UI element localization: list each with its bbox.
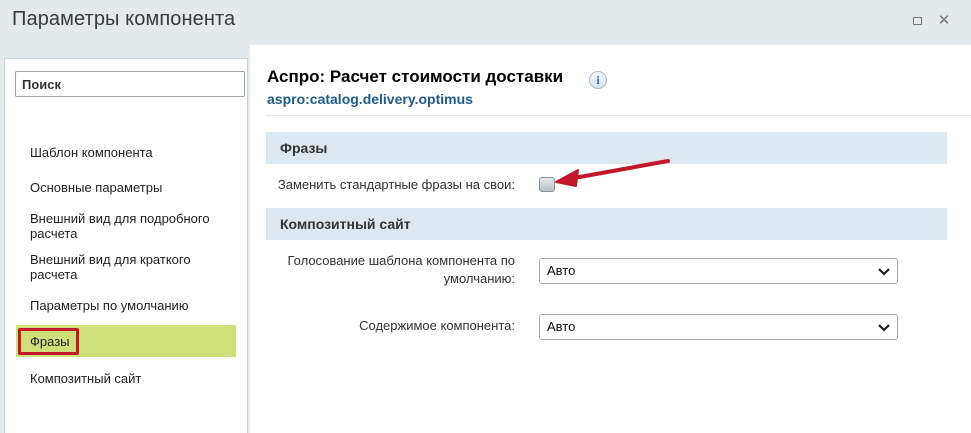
sidebar-item-short-view[interactable]: Внешний вид для краткого расчета [30, 252, 191, 282]
info-icon[interactable]: i [589, 71, 607, 89]
main-panel: Аспро: Расчет стоимости доставки i aspro… [250, 45, 971, 433]
replace-phrases-checkbox[interactable] [539, 177, 555, 192]
dialog-title: Параметры компонента [12, 8, 236, 30]
section-header-phrases: Фразы [266, 132, 947, 164]
component-code: aspro:catalog.delivery.optimus [267, 91, 473, 107]
template-voting-value: Авто [547, 263, 576, 278]
divider [266, 115, 971, 116]
component-title: Аспро: Расчет стоимости доставки [267, 67, 564, 86]
sidebar-item-detailed-view[interactable]: Внешний вид для подробного расчета [30, 211, 210, 241]
search-input[interactable] [15, 71, 245, 97]
sidebar-item-composite-site[interactable]: Композитный сайт [30, 371, 141, 386]
scrollbar[interactable] [947, 131, 967, 431]
template-voting-select[interactable]: Авто [539, 258, 898, 284]
sidebar-item-default-params[interactable]: Параметры по умолчанию [30, 298, 189, 313]
component-content-value: Авто [547, 319, 576, 334]
chevron-down-icon [878, 324, 890, 332]
sidebar-item-component-template[interactable]: Шаблон компонента [30, 145, 153, 160]
close-icon[interactable]: ✕ [937, 13, 951, 28]
component-content-select[interactable]: Авто [539, 314, 898, 340]
section-header-composite: Композитный сайт [266, 208, 947, 240]
sidebar-item-main-params[interactable]: Основные параметры [30, 180, 162, 195]
maximize-icon[interactable] [910, 14, 924, 28]
chevron-down-icon [878, 268, 890, 276]
sidebar-item-phrases[interactable]: Фразы [30, 334, 70, 349]
sidebar: Шаблон компонента Основные параметры Вне… [4, 58, 248, 433]
dialog-titlebar: Параметры компонента ✕ [0, 0, 971, 45]
replace-phrases-label: Заменить стандартные фразы на свои: [277, 177, 515, 192]
component-content-label: Содержимое компонента: [359, 318, 515, 333]
template-voting-label: Голосование шаблона компонента по умолча… [287, 253, 515, 286]
